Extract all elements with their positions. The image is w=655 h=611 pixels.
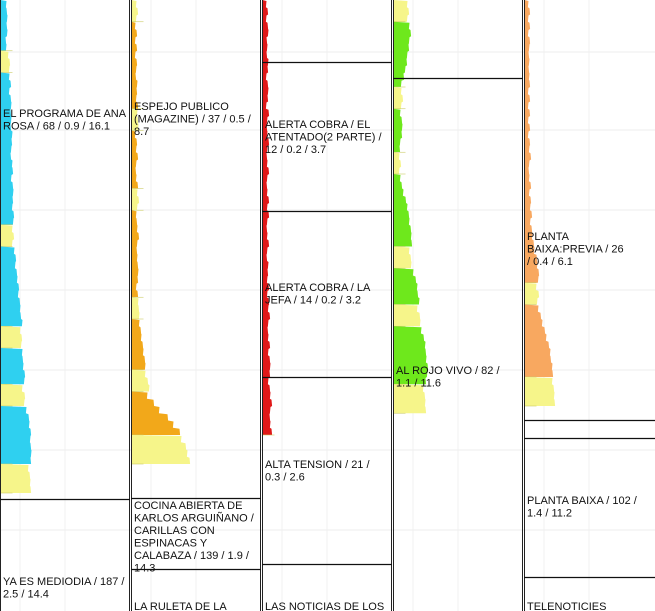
area-segment [0, 72, 15, 225]
area-segment [524, 304, 554, 377]
area-segment-alt [393, 0, 410, 22]
program-label: ALERTA COBRA / LA JEFA / 14 / 0.2 / 3.2 [265, 282, 371, 307]
program-label: ALTA TENSION / 21 /0.3 / 2.6 [265, 459, 370, 484]
area-segment-alt [393, 246, 412, 269]
chart-areas [0, 0, 556, 494]
area-segment-alt [0, 326, 23, 348]
area-segment [131, 391, 181, 435]
area-segment-alt [0, 464, 32, 493]
area-segment-alt [0, 224, 15, 247]
program-label: LA RULETA DE LA [134, 601, 227, 611]
program-label: ALERTA COBRA / EL ATENTADO(2 PARTE) /12 /… [265, 119, 382, 156]
area-segment-alt [393, 87, 404, 109]
program-label: ESPEJO PUBLICO (MAGAZINE) / 37 / 0.5 /8.7 [134, 101, 252, 138]
program-label: COCINA ABIERTA DE KARLOS ARGUIÑANO / CARIL… [134, 500, 255, 575]
area-segment-alt [131, 188, 140, 211]
channel-frames [0, 0, 525, 611]
program-label: AL ROJO VIVO / 82 /1.1 / 11.6 [396, 365, 500, 390]
program-label: PLANTA BAIXA:PREVIA / 26/ 0.4 / 6.1 [527, 231, 624, 268]
area-segment-alt [131, 0, 139, 22]
area-segment [131, 21, 139, 109]
program-label: YA ES MEDIODIA / 187 /2.5 / 14.4 [3, 576, 125, 601]
area-segment-alt [393, 304, 421, 327]
area-segment-alt [0, 384, 26, 406]
program-label: PLANTA BAIXA / 102 /1.4 / 11.2 [527, 495, 638, 520]
audience-chart: EL PROGRAMA DE ANA ROSA / 68 / 0.9 / 16.1… [0, 0, 655, 611]
area-segment [0, 406, 32, 464]
area-segment [393, 108, 403, 153]
area-segment [0, 0, 8, 51]
area-segment-alt [131, 435, 191, 464]
area-segment [131, 130, 139, 189]
area-segment-alt [393, 152, 402, 174]
area-segment [0, 246, 23, 327]
area-segment [393, 268, 420, 305]
area-segment-alt [0, 50, 11, 73]
area-segment [393, 21, 412, 87]
area-segment [131, 319, 146, 370]
program-label: LAS NOTICIAS DE LOS [265, 601, 384, 611]
program-label: TELENOTICIES [527, 601, 606, 611]
area-segment [0, 348, 26, 385]
program-label: EL PROGRAMA DE ANA ROSA / 68 / 0.9 / 16.1 [3, 108, 127, 133]
area-segment [131, 210, 140, 298]
area-segment-alt [131, 297, 140, 319]
area-segment-alt [131, 369, 150, 392]
area-segment-alt [524, 282, 540, 305]
area-segment-alt [524, 377, 556, 406]
